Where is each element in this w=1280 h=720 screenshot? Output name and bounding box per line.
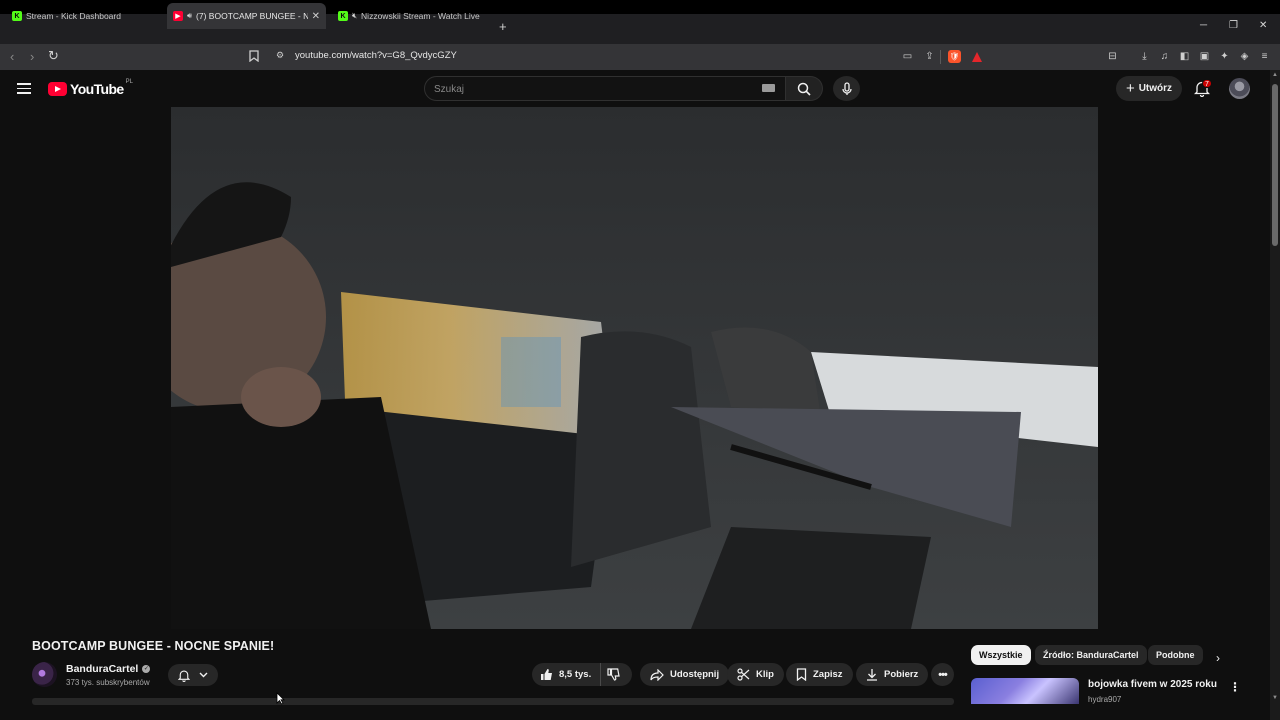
wallet-icon[interactable]: ▣: [1198, 50, 1211, 63]
more-horizontal-icon: •••: [938, 668, 948, 681]
share-icon: [650, 668, 664, 681]
bookmark-icon[interactable]: [249, 49, 259, 67]
recommendation-thumbnail[interactable]: [971, 678, 1079, 704]
chips-next-arrow-icon[interactable]: ›: [1216, 651, 1220, 665]
forward-icon[interactable]: ›: [30, 49, 34, 64]
scroll-down-arrow-icon[interactable]: ▼: [1272, 695, 1278, 701]
voice-search-button[interactable]: [833, 76, 860, 101]
subscription-notifications-button[interactable]: [168, 664, 218, 686]
verified-badge-icon: ✓: [142, 665, 151, 673]
window-close-icon[interactable]: ✕: [1259, 20, 1267, 31]
tab-label: Nizzowskii Stream - Watch Live o: [361, 11, 482, 21]
description-box-edge: [32, 698, 954, 705]
search-button[interactable]: [786, 76, 823, 101]
browser-menu-icon[interactable]: ≡: [1258, 50, 1271, 63]
video-player[interactable]: [171, 107, 1098, 629]
youtube-play-logo-icon: [48, 82, 67, 96]
guide-menu-icon[interactable]: [17, 83, 31, 94]
bell-icon: [178, 669, 191, 682]
back-icon[interactable]: ‹: [10, 49, 14, 64]
channel-name: BanduraCartel: [66, 663, 139, 675]
plus-icon: +: [1125, 80, 1135, 97]
kick-favicon-icon: K: [12, 11, 22, 21]
account-avatar[interactable]: [1229, 78, 1250, 99]
kick-favicon-icon: K: [338, 11, 348, 21]
tab-kick-dashboard[interactable]: K Stream - Kick Dashboard: [6, 3, 164, 29]
address-toolbar: [0, 44, 1280, 70]
save-label: Zapisz: [813, 669, 843, 680]
video-frame: [171, 107, 1098, 629]
search-icon: [797, 82, 811, 96]
subscriber-count: 373 tys. subskrybentów: [66, 678, 150, 687]
microphone-icon: [841, 81, 852, 95]
toolbar-divider: [940, 50, 941, 64]
tab-label: Stream - Kick Dashboard: [26, 11, 121, 21]
more-actions-button[interactable]: •••: [931, 663, 954, 686]
scrollbar-thumb[interactable]: [1272, 84, 1278, 246]
save-button[interactable]: Zapisz: [786, 663, 853, 686]
youtube-favicon-icon: ▶: [173, 11, 183, 21]
notification-badge: 7: [1202, 79, 1212, 88]
sidebar-toggle-icon[interactable]: ◧: [1178, 50, 1191, 63]
dislike-button[interactable]: [601, 663, 632, 686]
like-count: 8,5 tys.: [559, 669, 592, 680]
close-tab-icon[interactable]: ✕: [312, 11, 320, 22]
scroll-up-arrow-icon[interactable]: ▲: [1272, 72, 1278, 78]
save-bookmark-icon: [796, 668, 807, 681]
youtube-wordmark: YouTube: [70, 81, 124, 97]
tab-search-icon[interactable]: ⊟: [1106, 50, 1119, 63]
tab-youtube-video[interactable]: ▶ 🔊︎ (7) BOOTCAMP BUNGEE - NO ✕: [167, 3, 326, 29]
minimize-icon[interactable]: ─: [1200, 20, 1207, 31]
like-dislike-group: 8,5 tys.: [532, 663, 632, 686]
channel-avatar[interactable]: [32, 662, 57, 687]
search-box: [424, 76, 786, 101]
video-title: BOOTCAMP BUNGEE - NOCNE SPANIE!: [32, 639, 275, 653]
brave-rewards-icon[interactable]: [970, 50, 983, 63]
recommendation-channel[interactable]: hydra907: [1088, 695, 1121, 704]
leo-ai-icon[interactable]: ✦: [1218, 50, 1231, 63]
restore-icon[interactable]: ❐: [1229, 20, 1238, 31]
tab-nizzowskii-stream[interactable]: K 🔇︎ Nizzowskii Stream - Watch Live o: [332, 3, 494, 29]
keyboard-icon[interactable]: [762, 84, 775, 92]
chip-related[interactable]: Podobne: [1148, 645, 1203, 665]
cast-icon[interactable]: ▭: [901, 50, 914, 63]
vpn-icon[interactable]: ◈: [1238, 50, 1251, 63]
chip-from-channel[interactable]: Źródło: BanduraCartel: [1035, 645, 1147, 665]
create-label: Utwórz: [1138, 83, 1173, 94]
chip-all[interactable]: Wszystkie: [971, 645, 1031, 665]
share-button[interactable]: Udostępnij: [640, 663, 730, 686]
reload-icon[interactable]: ↻: [48, 48, 59, 64]
download-button[interactable]: Pobierz: [856, 663, 929, 686]
chevron-down-icon: [199, 672, 208, 678]
muted-speaker-icon[interactable]: 🔇︎: [352, 11, 357, 21]
download-label: Pobierz: [884, 669, 919, 680]
youtube-logo[interactable]: YouTube PL: [48, 79, 133, 97]
tab-label: (7) BOOTCAMP BUNGEE - NO: [196, 11, 309, 21]
search-input[interactable]: [434, 82, 734, 96]
media-icon[interactable]: ♫: [1158, 50, 1171, 63]
viewport-bottom-edge: [0, 705, 1270, 720]
thumbs-down-icon: [607, 668, 620, 681]
recommendation-menu-icon[interactable]: ⋮: [1229, 680, 1241, 694]
url-field[interactable]: youtube.com/watch?v=G8_QvdycGZY: [295, 50, 457, 61]
scissors-icon: [737, 668, 750, 681]
create-button[interactable]: + Utwórz: [1116, 76, 1182, 101]
site-info-icon[interactable]: ⚙: [276, 50, 284, 61]
speaker-icon[interactable]: 🔊︎: [187, 11, 192, 21]
new-tab-button[interactable]: +: [499, 19, 507, 34]
clip-label: Klip: [756, 669, 774, 680]
country-code: PL: [125, 79, 133, 85]
thumbs-up-icon: [541, 669, 552, 680]
clip-button[interactable]: Klip: [727, 663, 784, 686]
download-icon: [867, 669, 877, 681]
share-page-icon[interactable]: ⇪: [923, 50, 936, 63]
share-label: Udostępnij: [670, 669, 720, 680]
downloads-icon[interactable]: ⤓: [1138, 50, 1151, 63]
brave-shields-icon[interactable]: 🛡︎: [948, 50, 961, 63]
channel-name-link[interactable]: BanduraCartel ✓: [66, 663, 151, 675]
recommendation-title[interactable]: bojowka fivem w 2025 roku: [1088, 679, 1217, 690]
like-button[interactable]: 8,5 tys.: [532, 663, 601, 686]
